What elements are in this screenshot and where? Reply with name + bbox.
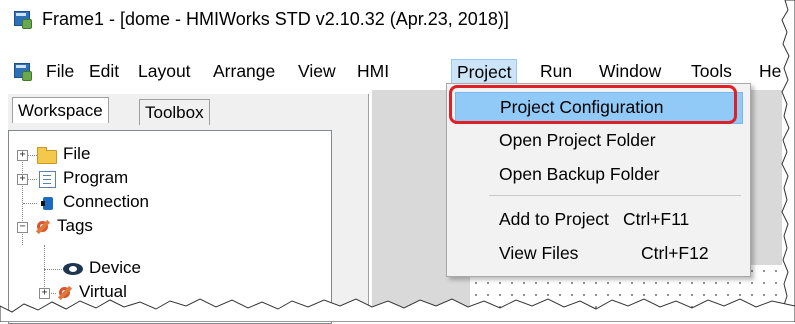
menu-run[interactable]: Run xyxy=(538,61,574,82)
menu-arrange[interactable]: Arrange xyxy=(211,61,277,82)
torn-edge-right xyxy=(781,0,795,322)
menu-item-view-files[interactable]: View Files Ctrl+F12 xyxy=(455,239,741,269)
menu-item-project-configuration[interactable]: Project Configuration xyxy=(455,92,743,124)
tags-icon xyxy=(35,219,51,235)
program-icon xyxy=(39,171,56,188)
expand-icon[interactable]: + xyxy=(17,174,28,185)
tree-item-label: Tags xyxy=(57,216,93,235)
tree-item-label: Program xyxy=(63,168,129,187)
tree-item-device[interactable]: Device xyxy=(9,258,309,280)
menu-edit[interactable]: Edit xyxy=(87,61,121,82)
tree-item-label: Connection xyxy=(63,192,150,211)
menu-item-open-project-folder[interactable]: Open Project Folder xyxy=(455,126,741,156)
torn-edge-bottom xyxy=(0,298,795,322)
menu-item-shortcut: Ctrl+F12 xyxy=(641,243,709,263)
application-window: Frame1 - [dome - HMIWorks STD v2.10.32 (… xyxy=(0,0,795,324)
menu-item-shortcut: Ctrl+F11 xyxy=(623,209,690,229)
menu-item-label: Add to Project xyxy=(499,209,609,229)
folder-icon xyxy=(37,147,57,164)
hmiworks-app-icon xyxy=(14,11,32,29)
menu-item-add-to-project[interactable]: Add to Project Ctrl+F11 xyxy=(455,205,741,235)
menu-item-label: View Files xyxy=(499,243,579,263)
connection-icon xyxy=(41,196,57,211)
menu-separator xyxy=(489,195,741,196)
tree-item-label: File xyxy=(63,144,91,163)
tree-item-program[interactable]: + Program xyxy=(9,168,309,190)
menu-project[interactable]: Project xyxy=(451,59,518,86)
tree-item-label: Device xyxy=(89,258,141,277)
tree-item-connection[interactable]: Connection xyxy=(9,192,309,214)
title-bar[interactable]: Frame1 - [dome - HMIWorks STD v2.10.32 (… xyxy=(0,0,780,38)
window-menu-icon[interactable] xyxy=(14,63,32,81)
menu-item-open-backup-folder[interactable]: Open Backup Folder xyxy=(455,160,741,190)
menu-item-label: Open Backup Folder xyxy=(499,164,660,184)
expand-icon[interactable]: + xyxy=(17,150,28,161)
menu-item-label: Project Configuration xyxy=(500,97,664,117)
window-title: Frame1 - [dome - HMIWorks STD v2.10.32 (… xyxy=(42,9,509,29)
tab-toolbox[interactable]: Toolbox xyxy=(139,99,210,125)
menu-layout[interactable]: Layout xyxy=(136,61,193,82)
tree-item-file[interactable]: + File xyxy=(9,144,309,166)
tab-workspace[interactable]: Workspace xyxy=(12,97,109,123)
menu-window[interactable]: Window xyxy=(597,61,663,82)
tree-item-tags[interactable]: − Tags xyxy=(9,216,309,238)
device-icon xyxy=(63,263,83,275)
menu-item-label: Open Project Folder xyxy=(499,130,656,150)
collapse-icon[interactable]: − xyxy=(17,222,28,233)
project-menu-dropdown: Project Configuration Open Project Folde… xyxy=(446,83,751,277)
menu-tools[interactable]: Tools xyxy=(689,61,734,82)
menu-file[interactable]: File xyxy=(44,61,76,82)
menu-hmi[interactable]: HMI xyxy=(355,61,391,82)
menu-view[interactable]: View xyxy=(296,61,338,82)
